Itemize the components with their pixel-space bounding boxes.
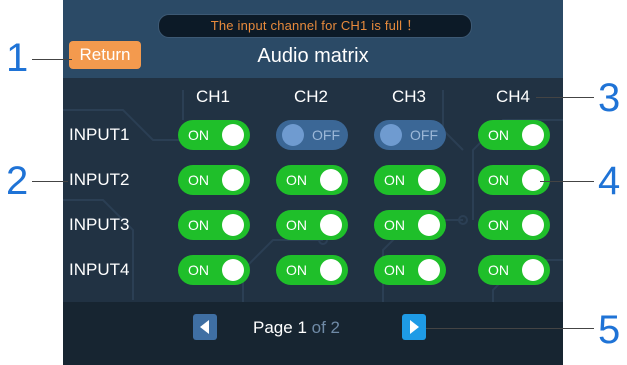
toggle-label: ON [286,262,307,278]
toggle-input1-ch4[interactable]: ON [478,120,550,150]
column-header-ch2: CH2 [293,87,328,106]
toggle-knob [282,124,304,146]
callout-line-4 [540,181,594,182]
toggle-input3-ch2[interactable]: ON [276,210,348,240]
toggle-input4-ch2[interactable]: ON [276,255,348,285]
callout-line-5 [426,328,594,329]
toggle-knob [522,214,544,236]
callout-number-2: 2 [6,159,29,203]
previous-page-button[interactable] [193,314,217,340]
toggle-knob [522,169,544,191]
toggle-input4-ch3[interactable]: ON [374,255,446,285]
toggle-knob [380,124,402,146]
column-header-ch1: CH1 [195,87,230,106]
toggle-input3-ch4[interactable]: ON [478,210,550,240]
toggle-input4-ch1[interactable]: ON [178,255,250,285]
toggle-input4-ch4[interactable]: ON [478,255,550,285]
toggle-label: ON [188,217,209,233]
toggle-input1-ch3[interactable]: OFF [374,120,446,150]
toggle-input2-ch2[interactable]: ON [276,165,348,195]
toggle-input2-ch3[interactable]: ON [374,165,446,195]
row-label-input1: INPUT1 [69,125,130,144]
device-screen: The input channel for CH1 is full ！ Retu… [63,0,563,365]
toggle-label: ON [384,172,405,188]
toggle-input2-ch4[interactable]: ON [478,165,550,195]
current-page: 1 [297,318,307,337]
toggle-knob [418,169,440,191]
toggle-label: OFF [312,127,340,143]
toggle-label: ON [188,127,209,143]
pagination-bar: Page 1 of 2 [63,302,563,365]
status-notice: The input channel for CH1 is full ！ [158,14,472,38]
page-indicator: Page 1 of 2 [253,317,340,339]
column-header-ch3: CH3 [391,87,426,106]
callout-number-4: 4 [598,159,621,203]
callout-number-1: 1 [6,36,29,80]
toggle-label: ON [488,172,509,188]
toggle-input1-ch1[interactable]: ON [178,120,250,150]
page-total: of 2 [311,318,340,337]
callout-line-2 [32,181,68,182]
toggle-knob [320,214,342,236]
toggle-knob [222,214,244,236]
toggle-knob [320,169,342,191]
toggle-label: OFF [410,127,438,143]
callout-line-1 [32,59,72,60]
toggle-knob [522,124,544,146]
page-title: Audio matrix [257,45,369,67]
row-label-input3: INPUT3 [69,215,130,234]
toggle-label: ON [188,172,209,188]
callout-number-5: 5 [598,308,621,352]
toggle-knob [320,259,342,281]
row-label-input4: INPUT4 [69,260,130,279]
toggle-input2-ch1[interactable]: ON [178,165,250,195]
toggle-label: ON [488,127,509,143]
page-prefix: Page [253,318,293,337]
toggle-input3-ch1[interactable]: ON [178,210,250,240]
toggle-label: ON [488,217,509,233]
toggle-knob [418,259,440,281]
toggle-label: ON [384,217,405,233]
toggle-label: ON [286,172,307,188]
callout-number-3: 3 [598,76,621,120]
toggle-knob [522,259,544,281]
next-page-button[interactable] [402,314,426,340]
callout-line-3 [536,97,594,98]
toggle-input1-ch2[interactable]: OFF [276,120,348,150]
toggle-knob [222,169,244,191]
toggle-knob [222,124,244,146]
toggle-knob [418,214,440,236]
toggle-label: ON [488,262,509,278]
return-button[interactable]: Return [69,41,141,69]
toggle-input3-ch3[interactable]: ON [374,210,446,240]
triangle-left-icon [200,320,209,334]
toggle-label: ON [188,262,209,278]
toggle-label: ON [286,217,307,233]
toggle-label: ON [384,262,405,278]
toggle-knob [222,259,244,281]
row-label-input2: INPUT2 [69,170,130,189]
triangle-right-icon [410,320,419,334]
